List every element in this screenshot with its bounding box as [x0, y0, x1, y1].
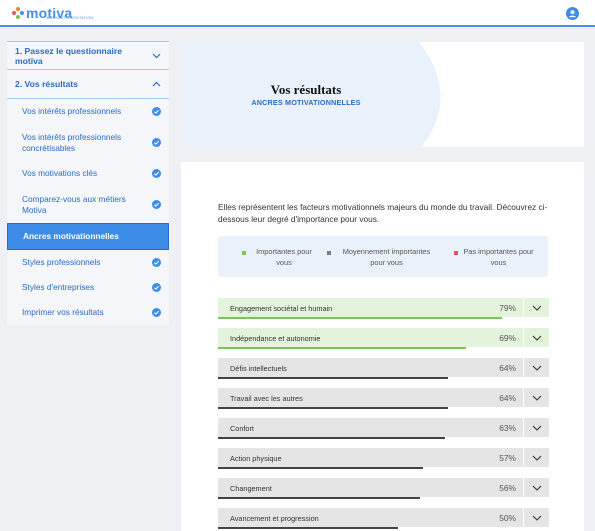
chevron-up-icon [152, 81, 161, 87]
anchor-percent: 50% [499, 513, 516, 523]
legend-label: Moyennement importantes pour vous [342, 247, 431, 267]
anchor-progress-fill [218, 497, 420, 499]
sidebar-item-motivations[interactable]: Vos motivations clés [7, 161, 169, 186]
anchors-card: Elles représentent les facteurs motivati… [181, 162, 584, 531]
chevron-down-icon [532, 455, 541, 461]
expand-button[interactable] [524, 418, 549, 437]
anchor-row[interactable]: Changement 56% [218, 478, 549, 499]
legend: Importantes pour vous Moyennement import… [218, 236, 548, 277]
sidebar-section-label: 2. Vos résultats [15, 79, 78, 89]
chevron-down-icon [532, 485, 541, 491]
anchor-progress-fill [218, 437, 445, 439]
anchor-percent: 64% [499, 363, 516, 373]
intro-text: Elles représentent les facteurs motivati… [218, 202, 548, 224]
anchor-row[interactable]: Action physique 57% [218, 448, 549, 469]
anchor-name: Changement [230, 484, 272, 493]
sidebar-item-comparez[interactable]: Comparez-vous aux métiers Motiva [7, 186, 169, 223]
expand-button[interactable] [524, 358, 549, 377]
legend-not-important: Pas importantes pour vous [454, 246, 534, 268]
sidebar-item-label: Vos intérêts professionnels concrétisabl… [22, 131, 122, 153]
check-icon [152, 308, 161, 317]
sidebar-item-interets-concretisables[interactable]: Vos intérêts professionnels concrétisabl… [7, 124, 169, 161]
sidebar-item-ancres[interactable]: Ancres motivationnelles [7, 223, 169, 250]
anchor-progress-fill [218, 347, 466, 349]
anchor-name: Travail avec les autres [230, 394, 303, 403]
expand-button[interactable] [524, 328, 549, 347]
chevron-down-icon [152, 53, 161, 58]
expand-button[interactable] [524, 388, 549, 407]
chevron-down-icon [532, 365, 541, 371]
sidebar-item-label: Styles professionnels [22, 257, 101, 267]
top-bar: motiva WORKING ORIENTATION [0, 0, 595, 27]
expand-button[interactable] [524, 448, 549, 467]
anchor-row[interactable]: Travail avec les autres 64% [218, 388, 549, 409]
check-icon [152, 107, 161, 116]
anchor-name: Confort [230, 424, 254, 433]
anchor-progress-fill [218, 527, 398, 529]
sidebar-item-imprimer[interactable]: Imprimer vos résultats [7, 300, 169, 325]
anchor-progress-fill [218, 407, 448, 409]
sidebar-section-label: 1. Passez le questionnaire motiva [15, 45, 122, 66]
chevron-down-icon [532, 335, 541, 341]
sidebar-item-label: Vos motivations clés [22, 168, 98, 178]
logo-tagline: WORKING ORIENTATION [46, 16, 94, 20]
anchor-row[interactable]: Avancement et progression 50% [218, 508, 549, 529]
anchor-percent: 63% [499, 423, 516, 433]
results-header-card: Vos résultats ANCRES MOTIVATIONNELLES [181, 42, 584, 147]
anchor-progress-fill [218, 467, 423, 469]
anchor-name: Avancement et progression [230, 514, 319, 523]
anchor-percent: 56% [499, 483, 516, 493]
page-title: Vos résultats [270, 82, 342, 97]
check-icon [152, 169, 161, 178]
anchor-row[interactable]: Engagement sociétal et humain 79% [218, 298, 549, 319]
anchor-progress-fill [218, 317, 502, 319]
sidebar-item-label: Ancres motivationnelles [23, 231, 119, 241]
check-icon [152, 258, 161, 267]
anchor-name: Indépendance et autonomie [230, 334, 321, 343]
user-account-icon[interactable] [566, 7, 579, 20]
sidebar-item-label: Styles d'entreprises [22, 282, 95, 292]
legend-important: Importantes pour vous [242, 246, 317, 268]
sidebar-section-results[interactable]: 2. Vos résultats [7, 70, 169, 99]
legend-swatch-red [454, 251, 458, 255]
sidebar-item-styles-entreprises[interactable]: Styles d'entreprises [7, 275, 169, 300]
chevron-down-icon [532, 425, 541, 431]
legend-label: Pas importantes pour vous [463, 247, 534, 267]
anchor-percent: 69% [499, 333, 516, 343]
legend-medium: Moyennement importantes pour vous [327, 246, 437, 268]
check-icon [152, 200, 161, 209]
anchor-bar [218, 418, 523, 437]
expand-button[interactable] [524, 298, 549, 317]
anchor-name: Défis intellectuels [230, 364, 287, 373]
check-icon [152, 138, 161, 147]
anchor-name: Action physique [230, 454, 282, 463]
chevron-down-icon [532, 515, 541, 521]
anchor-name: Engagement sociétal et humain [230, 304, 333, 313]
sidebar-item-label: Imprimer vos résultats [22, 307, 104, 317]
anchor-progress-fill [218, 377, 448, 379]
legend-label: Importantes pour vous [256, 247, 312, 267]
anchor-percent: 79% [499, 303, 516, 313]
anchor-row[interactable]: Défis intellectuels 64% [218, 358, 549, 379]
sidebar-item-interets[interactable]: Vos intérêts professionnels [7, 99, 169, 124]
sidebar-item-styles-pro[interactable]: Styles professionnels [7, 250, 169, 275]
sidebar-item-label: Vos intérêts professionnels [22, 106, 122, 116]
logo-flower-icon [12, 7, 24, 19]
expand-button[interactable] [524, 478, 549, 497]
legend-swatch-grey [327, 251, 331, 255]
legend-swatch-green [242, 251, 246, 255]
check-icon [152, 283, 161, 292]
page-subtitle: ANCRES MOTIVATIONNELLES [251, 98, 361, 107]
sidebar-nav: 1. Passez le questionnaire motiva 2. Vos… [7, 41, 169, 325]
chevron-down-icon [532, 395, 541, 401]
anchor-row[interactable]: Indépendance et autonomie 69% [218, 328, 549, 349]
sidebar-section-questionnaire[interactable]: 1. Passez le questionnaire motiva [7, 41, 169, 70]
sidebar-item-label: Comparez-vous aux métiers Motiva [22, 193, 126, 215]
anchor-percent: 57% [499, 453, 516, 463]
expand-button[interactable] [524, 508, 549, 527]
anchor-row[interactable]: Confort 63% [218, 418, 549, 439]
chevron-down-icon [532, 305, 541, 311]
anchor-percent: 64% [499, 393, 516, 403]
